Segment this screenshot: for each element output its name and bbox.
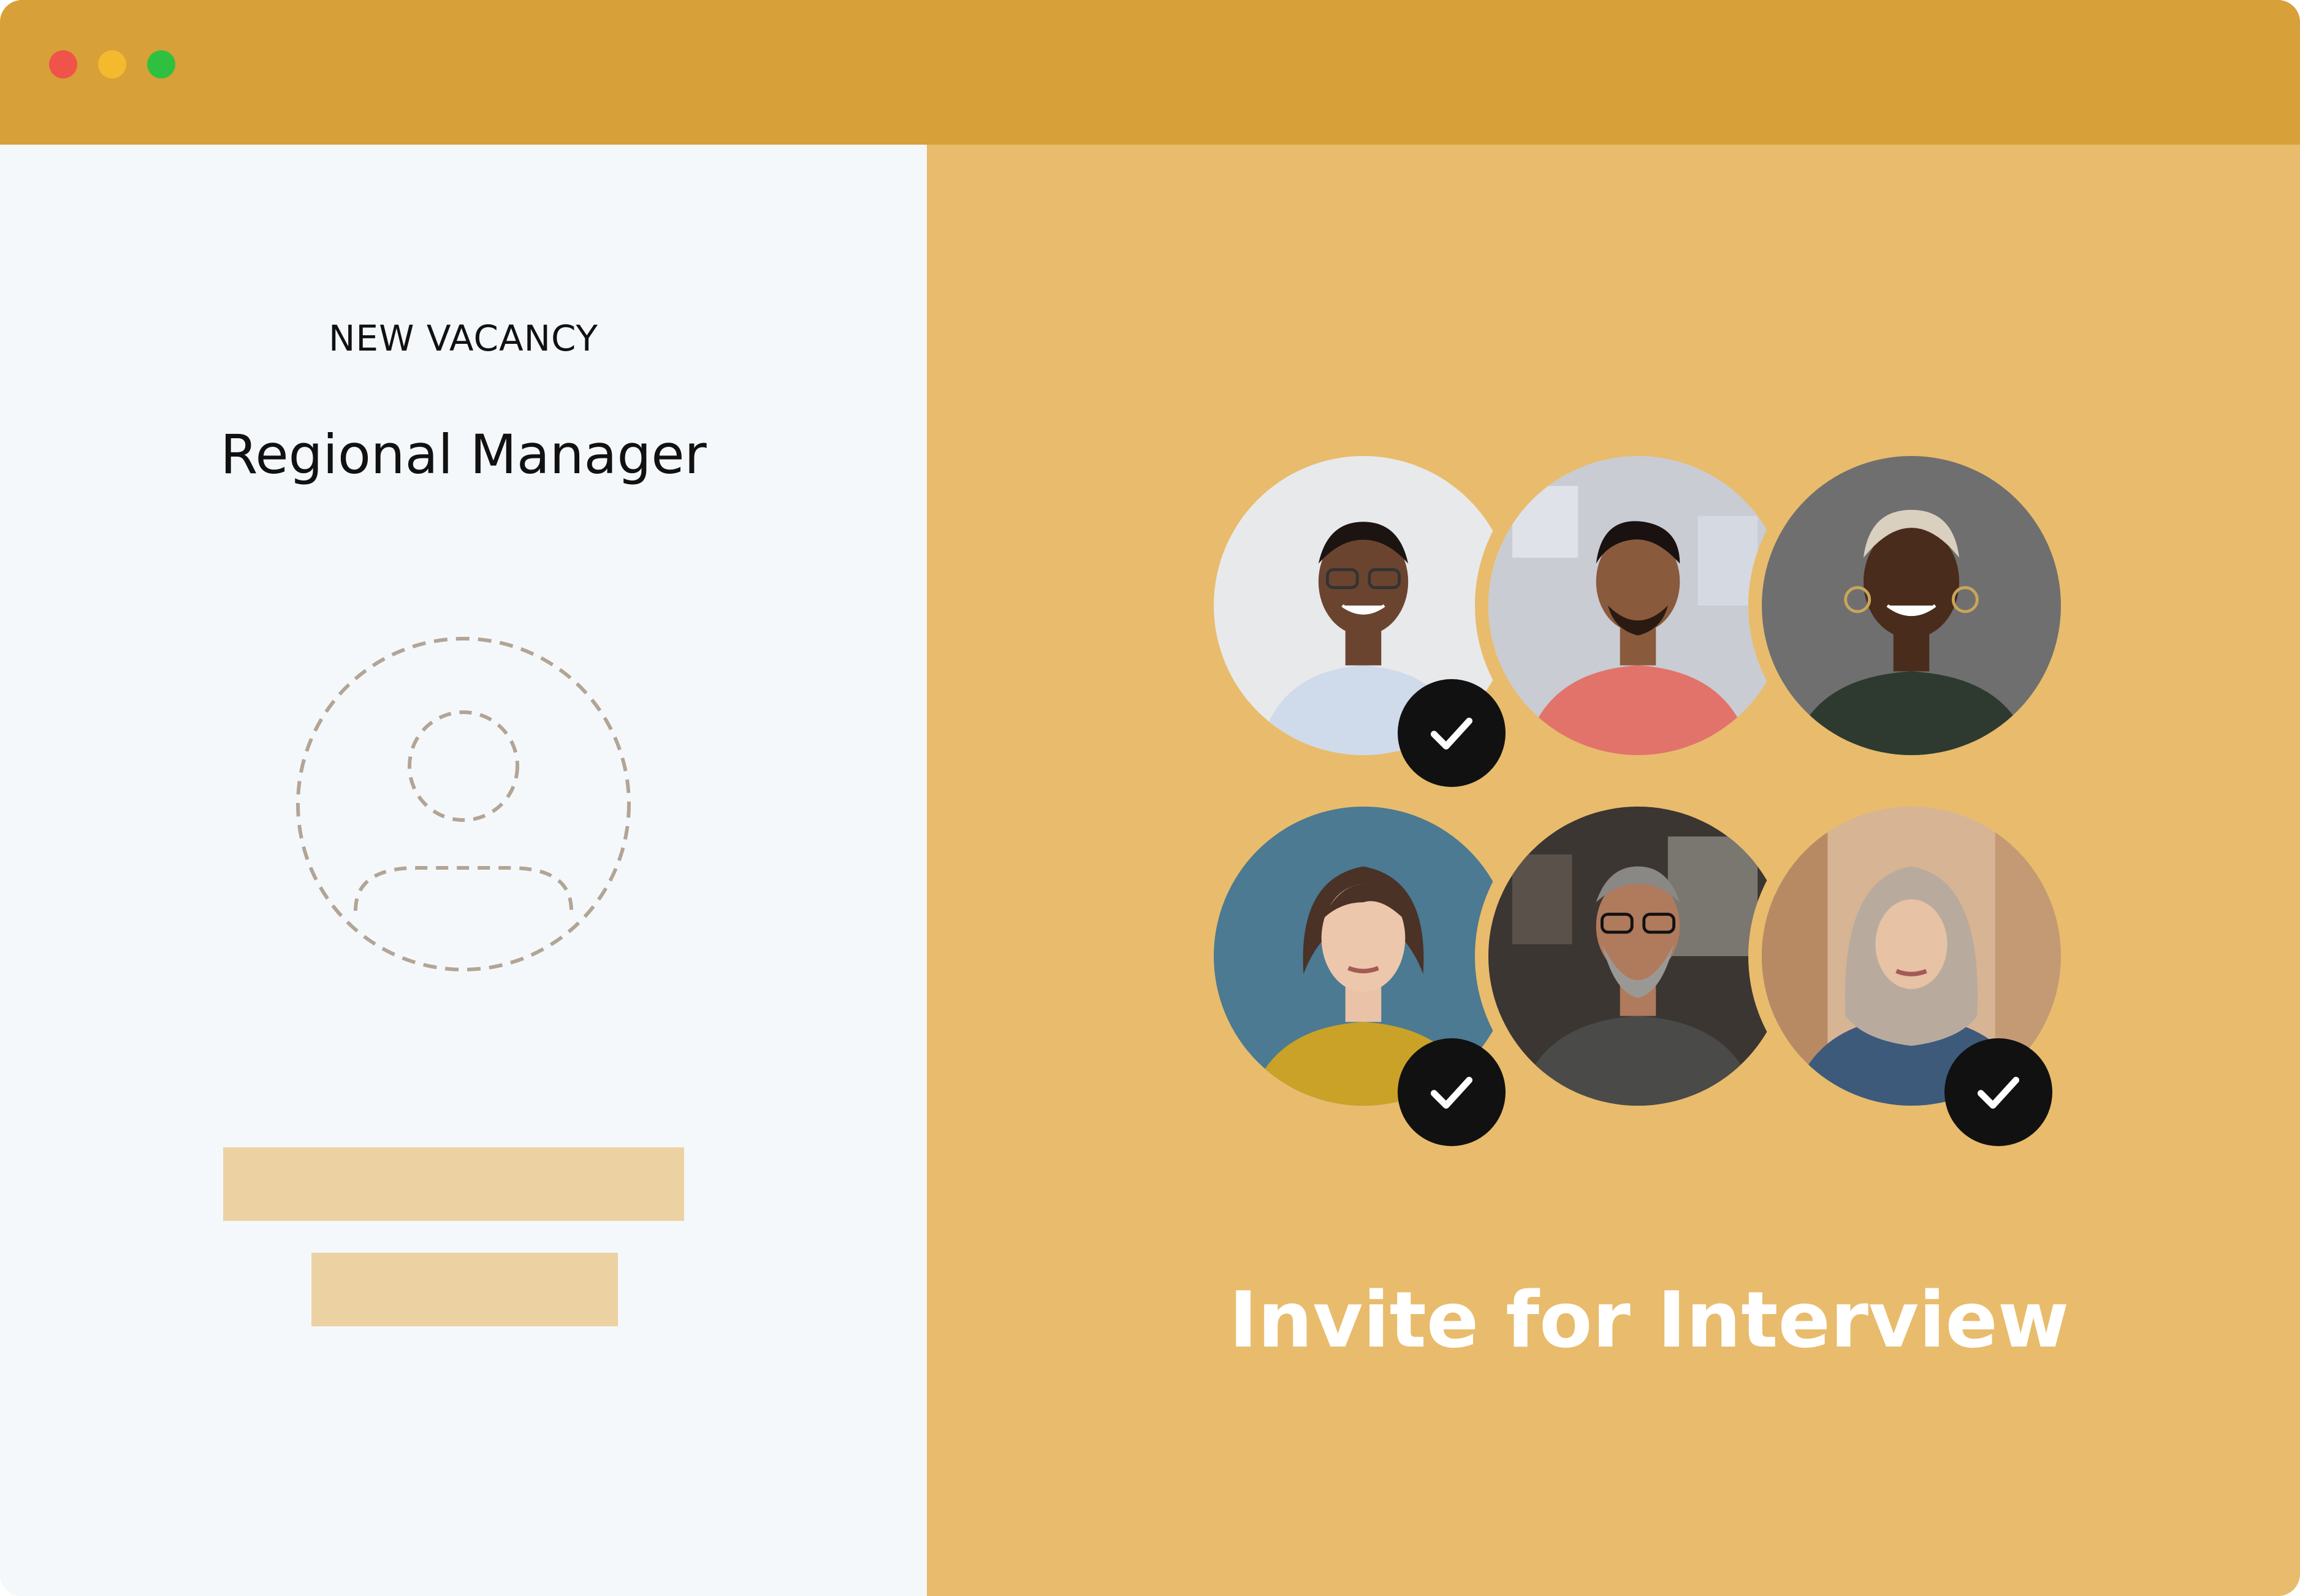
selected-check-icon[interactable] <box>1398 1038 1506 1146</box>
text-placeholder-bar <box>311 1253 618 1326</box>
close-window-button[interactable] <box>49 50 77 78</box>
candidate-avatar[interactable] <box>1748 443 2074 769</box>
candidate-photo-icon <box>1488 807 1788 1106</box>
user-placeholder-icon <box>296 637 631 971</box>
minimize-window-button[interactable] <box>98 50 126 78</box>
vacancy-title: Regional Manager <box>220 423 707 486</box>
invite-for-interview-button[interactable]: Invite for Interview <box>1165 1275 2133 1365</box>
vacancy-panel: NEW VACANCY Regional Manager <box>0 145 927 1596</box>
maximize-window-button[interactable] <box>147 50 175 78</box>
text-placeholder-bar <box>223 1147 684 1221</box>
selected-check-icon[interactable] <box>1398 679 1506 787</box>
selected-check-icon[interactable] <box>1944 1038 2052 1146</box>
candidate-photo-icon <box>1488 456 1788 755</box>
title-bar <box>0 0 2300 145</box>
vacancy-eyebrow: NEW VACANCY <box>329 317 598 359</box>
app-window: NEW VACANCY Regional Manager Invite for … <box>0 0 2300 1596</box>
candidate-photo-icon <box>1762 456 2061 755</box>
